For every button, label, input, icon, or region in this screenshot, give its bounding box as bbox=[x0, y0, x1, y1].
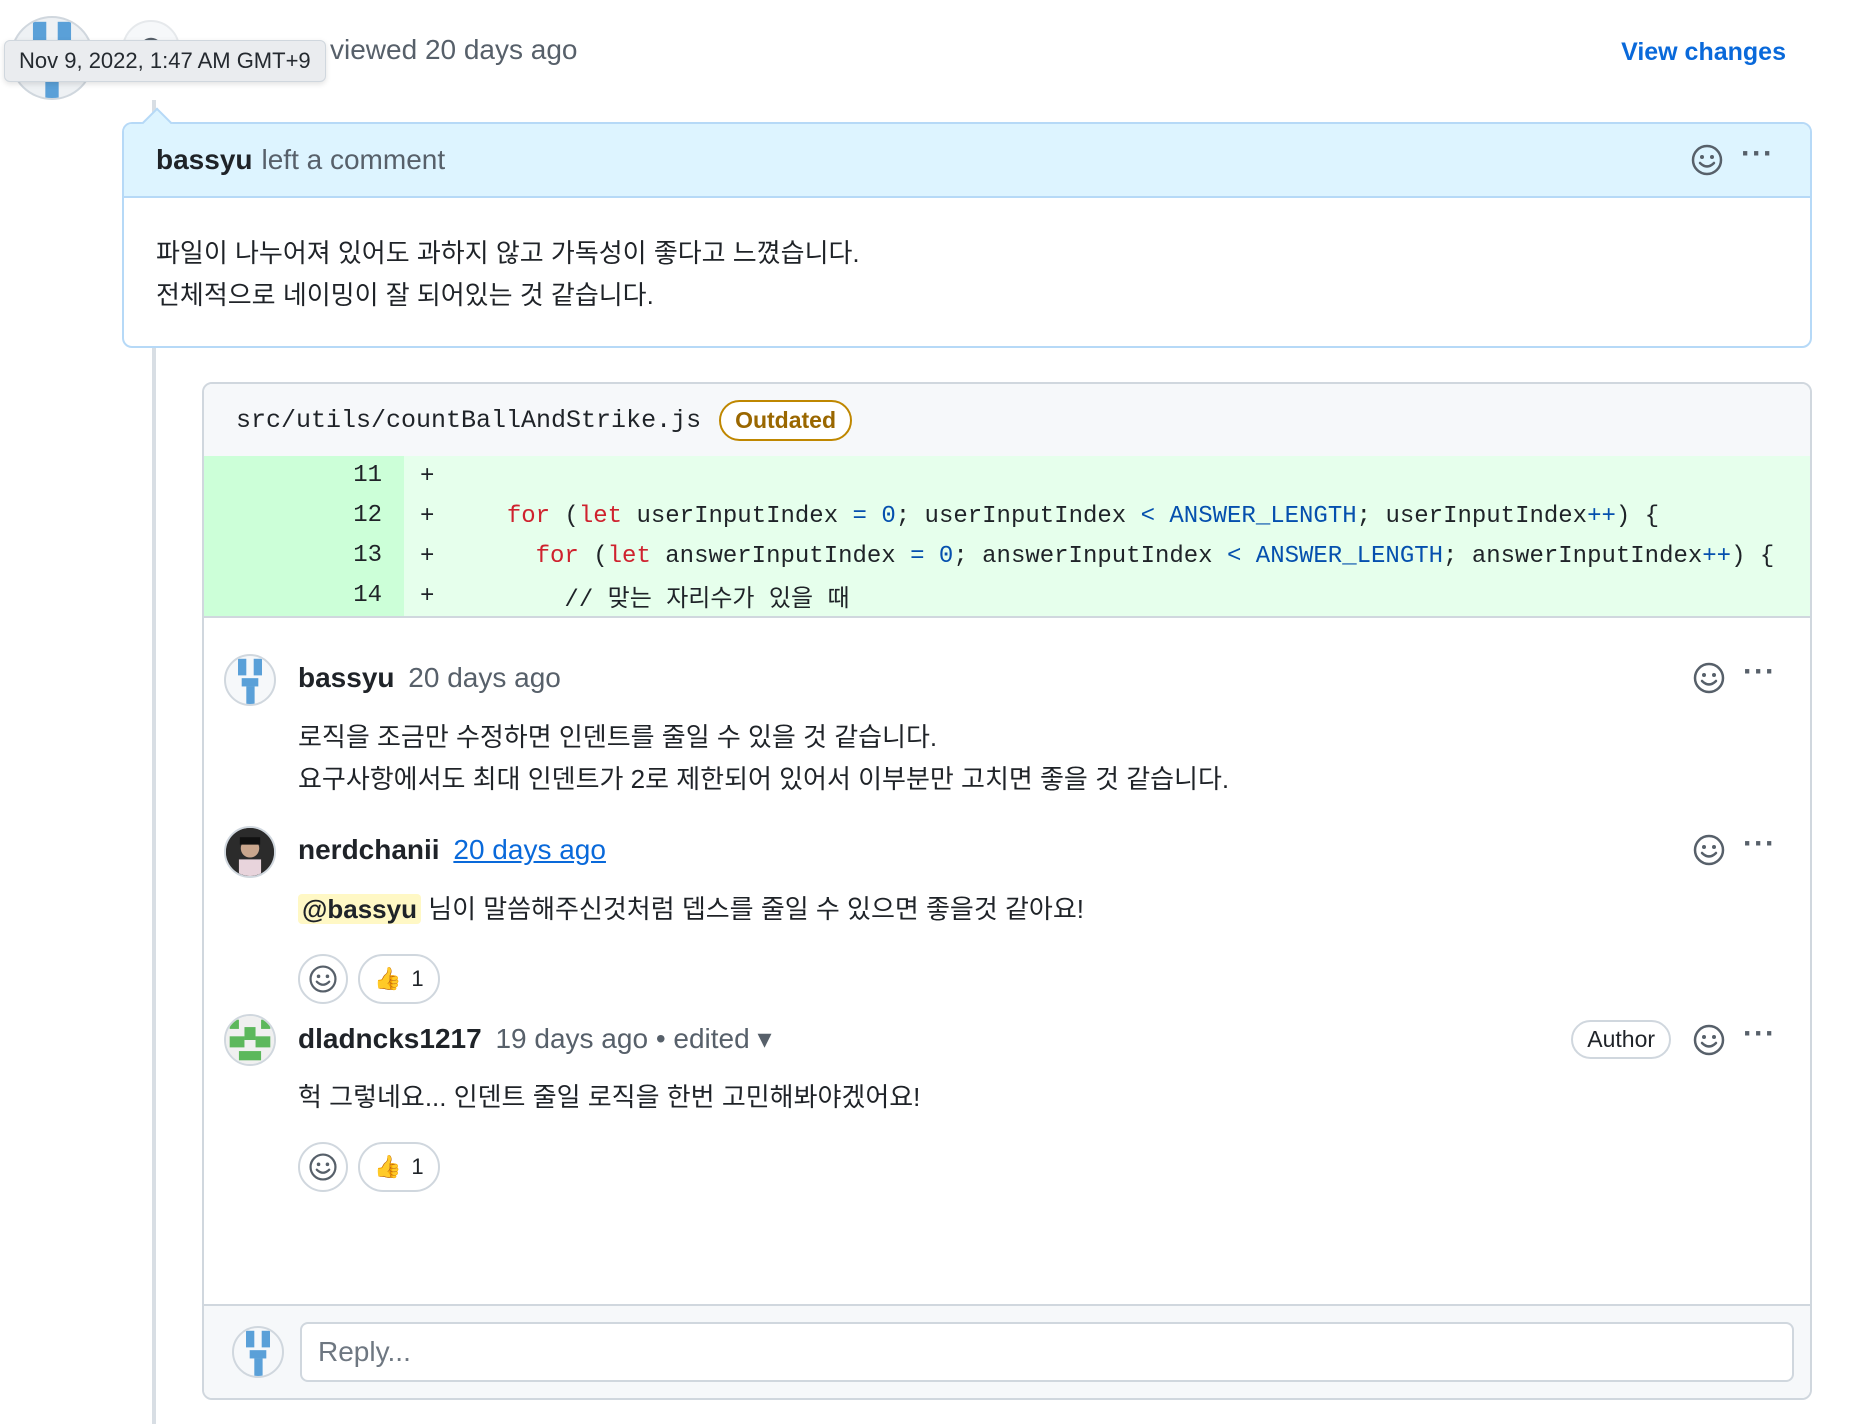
diff-sign: + bbox=[420, 462, 435, 490]
reaction-count: 1 bbox=[411, 966, 424, 991]
comment-author[interactable]: nerdchanii bbox=[298, 834, 440, 865]
code-line: // 맞는 자리수가 있을 때 bbox=[564, 587, 850, 614]
avatar[interactable] bbox=[224, 1014, 276, 1066]
add-reaction-button[interactable] bbox=[298, 1142, 348, 1192]
code-line: for (let userInputIndex = 0; userInputIn… bbox=[506, 502, 1660, 530]
diff-hunk: 11 + 12 + for (let userInputIndex = 0; u… bbox=[204, 456, 1810, 616]
comment-body: 헉 그렇네요... 인덴트 줄일 로직을 한번 고민해봐야겠어요! bbox=[298, 1076, 920, 1118]
avatar[interactable] bbox=[224, 826, 276, 878]
edited-dropdown[interactable]: • edited bbox=[656, 1023, 750, 1054]
user-mention[interactable]: @bassyu bbox=[298, 894, 421, 924]
smiley-icon[interactable] bbox=[1691, 832, 1727, 868]
kebab-horizontal-icon[interactable]: ··· bbox=[1743, 657, 1776, 694]
thread-comment: bassyu 20 days ago ··· 로직을 조금만 수정하면 인덴트를… bbox=[224, 654, 1810, 814]
review-author[interactable]: bassyu bbox=[156, 144, 253, 176]
line-number[interactable]: 11 bbox=[204, 456, 404, 496]
add-reaction-button[interactable] bbox=[298, 954, 348, 1004]
review-comment: bassyu left a comment ··· 파일이 나누어져 있어도 과… bbox=[122, 107, 1812, 350]
comment-time[interactable]: 19 days ago bbox=[495, 1023, 648, 1054]
reactions-bar: 👍 1 bbox=[298, 1142, 440, 1192]
avatar[interactable] bbox=[224, 654, 276, 706]
smiley-icon[interactable] bbox=[1689, 142, 1725, 178]
review-body-line: 전체적으로 네이밍이 잘 되어있는 것 같습니다. bbox=[156, 280, 654, 310]
file-path[interactable]: src/utils/countBallAndStrike.js bbox=[236, 406, 701, 435]
avatar[interactable] bbox=[232, 1326, 284, 1378]
review-status-text: viewed 20 days ago bbox=[330, 34, 578, 65]
diff-line: 14 + // 맞는 자리수가 있을 때 bbox=[204, 576, 1810, 616]
thread-comment: dladncks1217 19 days ago • edited ▾ Auth… bbox=[224, 1014, 1810, 1194]
comment-meta: dladncks1217 19 days ago • edited ▾ bbox=[298, 1022, 772, 1055]
review-comment-header: bassyu left a comment ··· bbox=[124, 124, 1810, 198]
caret-down-icon[interactable]: ▾ bbox=[757, 1023, 771, 1054]
comment-body: 로직을 조금만 수정하면 인덴트를 줄일 수 있을 것 같습니다. 요구사항에서… bbox=[298, 716, 1229, 800]
code-line: for (let answerInputIndex = 0; answerInp… bbox=[535, 542, 1775, 570]
reply-bar bbox=[204, 1304, 1810, 1398]
comment-time[interactable]: 20 days ago bbox=[408, 662, 561, 693]
kebab-horizontal-icon[interactable]: ··· bbox=[1741, 139, 1774, 176]
diff-sign: + bbox=[420, 542, 435, 570]
review-action: left a comment bbox=[261, 144, 446, 175]
review-comment-body: 파일이 나누어져 있어도 과하지 않고 가독성이 좋다고 느꼈습니다. 전체적으… bbox=[124, 198, 1810, 350]
comment-body-text: 님이 말씀해주신것처럼 뎁스를 줄일 수 있으면 좋을것 같아요! bbox=[420, 894, 1084, 924]
comment-body-line: 요구사항에서도 최대 인덴트가 2로 제한되어 있어서 이부분만 고치면 좋을 … bbox=[298, 764, 1230, 794]
kebab-horizontal-icon[interactable]: ··· bbox=[1743, 829, 1776, 866]
author-badge: Author bbox=[1571, 1020, 1672, 1059]
reactions-bar: 👍 1 bbox=[298, 954, 440, 1004]
file-header: src/utils/countBallAndStrike.js Outdated bbox=[204, 384, 1810, 456]
review-body-line: 파일이 나누어져 있어도 과하지 않고 가독성이 좋다고 느꼈습니다. bbox=[156, 238, 860, 268]
line-number[interactable]: 14 bbox=[204, 576, 404, 616]
thread-comment: nerdchanii 20 days ago ··· @bassyu 님이 말씀… bbox=[224, 826, 1810, 1006]
comment-author[interactable]: dladncks1217 bbox=[298, 1023, 482, 1054]
review-thread: src/utils/countBallAndStrike.js Outdated… bbox=[202, 382, 1812, 1400]
line-number[interactable]: 12 bbox=[204, 496, 404, 536]
comment-body: @bassyu 님이 말씀해주신것처럼 뎁스를 줄일 수 있으면 좋을것 같아요… bbox=[298, 888, 1084, 930]
comment-body-line: 로직을 조금만 수정하면 인덴트를 줄일 수 있을 것 같습니다. bbox=[298, 722, 938, 752]
comment-author[interactable]: bassyu bbox=[298, 662, 395, 693]
comment-meta: bassyu 20 days ago bbox=[298, 662, 561, 694]
reply-input[interactable] bbox=[300, 1322, 1794, 1382]
comment-body-text: 헉 그렇네요... 인덴트 줄일 로직을 한번 고민해봐야겠어요! bbox=[298, 1082, 921, 1112]
diff-sign: + bbox=[420, 502, 435, 530]
thumbs-up-icon: 👍 bbox=[374, 966, 402, 991]
smiley-icon bbox=[309, 965, 337, 993]
view-changes-link[interactable]: View changes bbox=[1621, 38, 1786, 67]
thumbs-up-reaction[interactable]: 👍 1 bbox=[358, 1142, 440, 1192]
outdated-badge: Outdated bbox=[719, 399, 853, 441]
timestamp-tooltip: Nov 9, 2022, 1:47 AM GMT+9 bbox=[4, 40, 326, 82]
smiley-icon[interactable] bbox=[1691, 660, 1727, 696]
diff-line: 11 + bbox=[204, 456, 1810, 496]
reaction-count: 1 bbox=[411, 1154, 424, 1179]
smiley-icon[interactable] bbox=[1691, 1022, 1727, 1058]
diff-line: 13 + for (let answerInputIndex = 0; answ… bbox=[204, 536, 1810, 576]
diff-line: 12 + for (let userInputIndex = 0; userIn… bbox=[204, 496, 1810, 536]
thread-comments: bassyu 20 days ago ··· 로직을 조금만 수정하면 인덴트를… bbox=[204, 616, 1810, 1192]
diff-sign: + bbox=[420, 582, 435, 610]
smiley-icon bbox=[309, 1153, 337, 1181]
thumbs-up-reaction[interactable]: 👍 1 bbox=[358, 954, 440, 1004]
thumbs-up-icon: 👍 bbox=[374, 1154, 402, 1179]
kebab-horizontal-icon[interactable]: ··· bbox=[1743, 1018, 1776, 1056]
line-number[interactable]: 13 bbox=[204, 536, 404, 576]
comment-meta: nerdchanii 20 days ago bbox=[298, 834, 606, 866]
comment-time-link[interactable]: 20 days ago bbox=[453, 834, 606, 865]
